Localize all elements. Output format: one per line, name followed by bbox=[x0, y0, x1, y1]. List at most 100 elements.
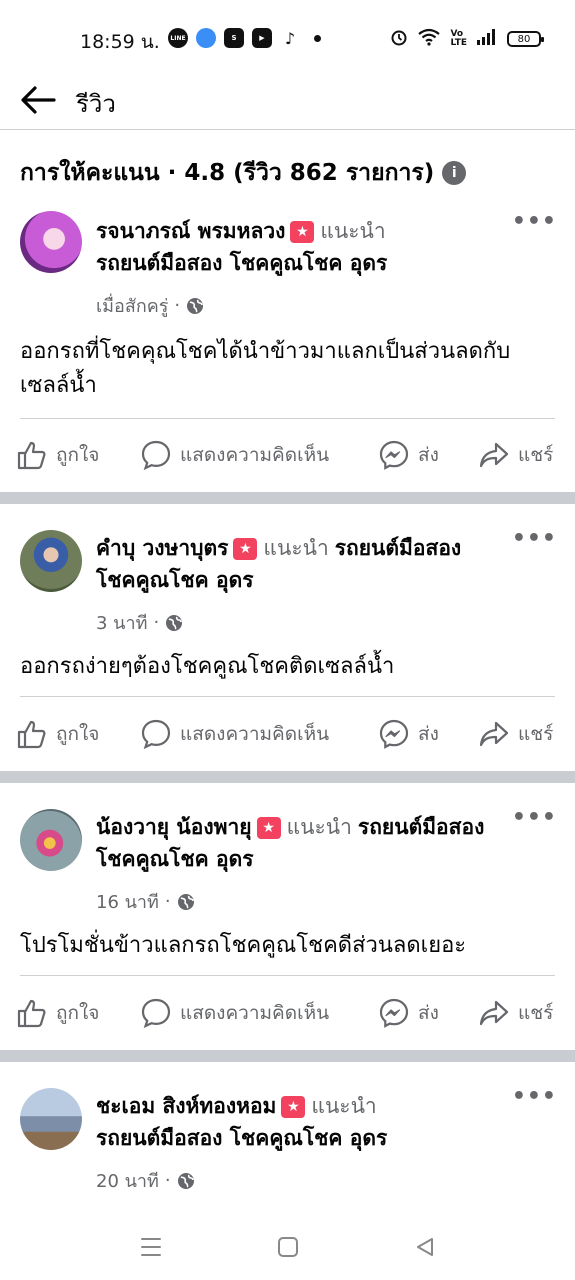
avatar[interactable] bbox=[20, 530, 82, 592]
like-label: ถูกใจ bbox=[56, 1002, 100, 1024]
home-button[interactable] bbox=[273, 1232, 303, 1262]
comment-label: แสดงความคิดเห็น bbox=[180, 1002, 330, 1024]
comment-icon bbox=[141, 998, 171, 1029]
review-text: ออกรถง่ายๆต้องโชคคูณโชคติดเซลล์น้ำ bbox=[20, 654, 395, 679]
more-notifications-icon bbox=[314, 34, 321, 42]
volte-icon: Vo LTE bbox=[450, 29, 467, 48]
reviewer-name[interactable]: น้องวายุ น้องพายุ bbox=[96, 815, 252, 839]
action-bar: ถูกใจ แสดงความคิดเห็น ส่ง แชร์ bbox=[0, 435, 575, 475]
reviewer-name[interactable]: คำบุ วงษาบุตร bbox=[96, 536, 228, 560]
globe-icon bbox=[187, 297, 204, 314]
page-name-link[interactable]: รถยนต์มือสอง โชคคูณโชค อุดร bbox=[96, 1126, 387, 1150]
review-time[interactable]: 20 นาที bbox=[96, 1166, 159, 1195]
section-separator bbox=[0, 771, 575, 783]
messenger-icon bbox=[379, 719, 409, 749]
more-options-icon[interactable]: ••• bbox=[512, 1084, 557, 1109]
send-button[interactable]: ส่ง bbox=[378, 993, 439, 1033]
action-bar: ถูกใจ แสดงความคิดเห็น ส่ง แชร์ bbox=[0, 993, 575, 1033]
alarm-icon bbox=[390, 28, 408, 50]
comment-icon bbox=[141, 440, 171, 471]
system-icons: Vo LTE 80 bbox=[390, 28, 544, 50]
like-label: ถูกใจ bbox=[56, 723, 100, 745]
review-meta: 3 นาที · bbox=[96, 608, 183, 637]
like-button[interactable]: ถูกใจ bbox=[16, 435, 99, 475]
share-button[interactable]: แชร์ bbox=[478, 714, 553, 754]
review-meta: 16 นาที · bbox=[96, 887, 195, 916]
divider bbox=[20, 696, 555, 697]
comment-label: แสดงความคิดเห็น bbox=[180, 444, 330, 466]
send-label: ส่ง bbox=[418, 723, 439, 745]
recommend-icon: ★ bbox=[233, 538, 258, 560]
line-icon: LINE bbox=[168, 28, 188, 48]
recommends-label: แนะนำ bbox=[263, 536, 329, 560]
status-bar: 18:59 น. LINE S ▶ ♪ Vo LTE 80 bbox=[0, 0, 575, 72]
thumbs-up-icon bbox=[17, 441, 46, 470]
share-icon bbox=[479, 721, 509, 747]
reviewer-name[interactable]: รจนาภรณ์ พรมหลวง bbox=[96, 219, 285, 243]
section-separator bbox=[0, 1050, 575, 1062]
recents-button[interactable] bbox=[136, 1232, 166, 1262]
page-title: รีวิว bbox=[76, 90, 116, 118]
youtube-icon: ▶ bbox=[252, 28, 272, 48]
like-label: ถูกใจ bbox=[56, 444, 100, 466]
reviewer-name[interactable]: ชะเอม สิงห์ทองหอม bbox=[96, 1094, 276, 1118]
rating-summary: การให้คะแนน · 4.8 (รีวิว 862 รายการ) i bbox=[20, 155, 467, 191]
divider bbox=[20, 418, 555, 419]
review-header: น้องวายุ น้องพายุ ★ แนะนำ รถยนต์มือสอง โชคค… bbox=[96, 811, 505, 875]
action-bar: ถูกใจ แสดงความคิดเห็น ส่ง แชร์ bbox=[0, 714, 575, 754]
tiktok-icon: ♪ bbox=[284, 28, 296, 48]
like-button[interactable]: ถูกใจ bbox=[16, 993, 99, 1033]
send-button[interactable]: ส่ง bbox=[378, 435, 439, 475]
arrow-left-icon bbox=[21, 86, 56, 114]
review-time[interactable]: 3 นาที bbox=[96, 608, 147, 637]
send-label: ส่ง bbox=[418, 1002, 439, 1024]
square-icon bbox=[278, 1237, 298, 1257]
more-options-icon[interactable]: ••• bbox=[512, 805, 557, 830]
like-button[interactable]: ถูกใจ bbox=[16, 714, 99, 754]
review-time[interactable]: 16 นาที bbox=[96, 887, 159, 916]
avatar[interactable] bbox=[20, 1088, 82, 1150]
system-nav-bar bbox=[0, 1212, 575, 1280]
review-meta: เมื่อสักครู่ · bbox=[96, 291, 204, 320]
menu-icon bbox=[141, 1238, 161, 1256]
share-label: แชร์ bbox=[518, 1002, 554, 1024]
comment-button[interactable]: แสดงความคิดเห็น bbox=[140, 993, 329, 1033]
review-text: ออกรถที่โชคคุณโชคได้นำข้าวมาแลกเป็นส่วนล… bbox=[20, 339, 511, 398]
avatar[interactable] bbox=[20, 809, 82, 871]
send-label: ส่ง bbox=[418, 444, 439, 466]
top-bar: รีวิว bbox=[0, 72, 575, 130]
recommend-icon: ★ bbox=[256, 817, 281, 839]
comment-button[interactable]: แสดงความคิดเห็น bbox=[140, 435, 329, 475]
messenger-icon bbox=[379, 998, 409, 1028]
status-time: 18:59 น. bbox=[80, 31, 160, 53]
globe-icon bbox=[177, 893, 194, 910]
messenger-icon bbox=[379, 440, 409, 470]
review-meta: 20 นาที · bbox=[96, 1166, 195, 1195]
back-button[interactable] bbox=[18, 80, 58, 120]
recommends-label: แนะนำ bbox=[320, 219, 386, 243]
share-icon bbox=[479, 1000, 509, 1026]
messenger-icon bbox=[196, 28, 216, 48]
send-button[interactable]: ส่ง bbox=[378, 714, 439, 754]
avatar[interactable] bbox=[20, 211, 82, 273]
recommend-icon: ★ bbox=[281, 1096, 306, 1118]
page-name-link[interactable]: รถยนต์มือสอง โชคคูณโชค อุดร bbox=[96, 251, 387, 275]
more-options-icon[interactable]: ••• bbox=[512, 209, 557, 234]
recommends-label: แนะนำ bbox=[311, 1094, 377, 1118]
share-button[interactable]: แชร์ bbox=[478, 435, 553, 475]
thumbs-up-icon bbox=[17, 999, 46, 1028]
share-button[interactable]: แชร์ bbox=[478, 993, 553, 1033]
back-nav-button[interactable] bbox=[410, 1232, 440, 1262]
review-header: ชะเอม สิงห์ทองหอม ★ แนะนำ รถยนต์มือสอง โชค… bbox=[96, 1090, 505, 1154]
info-icon[interactable]: i bbox=[442, 161, 467, 185]
review-time[interactable]: เมื่อสักครู่ bbox=[96, 291, 168, 320]
section-separator bbox=[0, 492, 575, 504]
recommends-label: แนะนำ bbox=[286, 815, 352, 839]
more-options-icon[interactable]: ••• bbox=[512, 526, 557, 551]
share-icon bbox=[479, 442, 509, 468]
review-header: รจนาภรณ์ พรมหลวง ★ แนะนำ รถยนต์มือสอง โชคค… bbox=[96, 215, 505, 279]
share-label: แชร์ bbox=[518, 444, 554, 466]
recommend-icon: ★ bbox=[290, 221, 315, 243]
comment-button[interactable]: แสดงความคิดเห็น bbox=[140, 714, 329, 754]
shopee-icon: S bbox=[224, 28, 244, 48]
